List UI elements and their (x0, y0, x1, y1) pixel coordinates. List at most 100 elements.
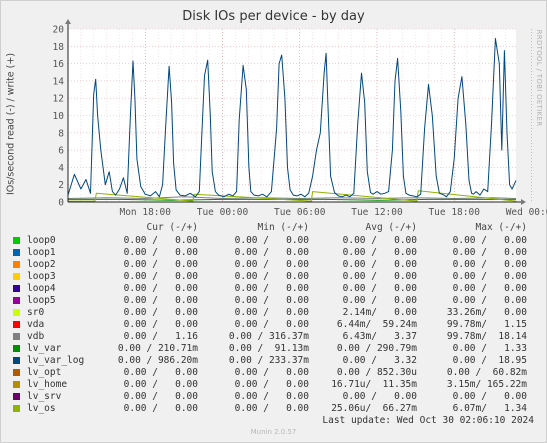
legend-max-value: 0.00 / 0.00 (452, 247, 527, 258)
legend-swatch (13, 309, 20, 316)
legend-min-value: 0.00 / 0.00 (234, 235, 309, 246)
legend-cur-value: 0.00 / 0.00 (123, 259, 198, 270)
legend-series-name: loop2 (27, 259, 56, 270)
legend-max-value: 6.07m/ 1.34 (452, 403, 527, 414)
legend-series-name: lv_home (27, 379, 68, 390)
x-axis-arrow (521, 199, 526, 205)
legend-max-value: 0.00 / 0.00 (452, 271, 527, 282)
legend-max-value: 0.00 / 18.95 (452, 355, 527, 366)
legend-row: loop3 0.00 / 0.00 0.00 / 0.00 0.00 / 0.00 0.… (13, 271, 533, 283)
x-tick-label: Tue 18:00 (428, 207, 480, 218)
legend-swatch (13, 357, 20, 364)
legend-min-value: 0.00 / 0.00 (234, 271, 309, 282)
legend-min-value: 0.00 / 0.00 (234, 403, 309, 414)
legend-min-value: 0.00 / 0.00 (234, 319, 309, 330)
y-tick-label: 16 (53, 59, 65, 70)
legend-header: Avg (-/+) (365, 222, 417, 233)
x-tick-label: Wed 00:00 (506, 207, 547, 218)
legend-avg-value: 0.00 / 0.00 (342, 391, 417, 402)
legend-cur-value: 0.00 / 1.16 (123, 331, 198, 342)
legend-row: vda 0.00 / 0.00 0.00 / 0.00 6.44m/ 59.24m 99… (13, 319, 533, 331)
legend-avg-value: 0.00 / 0.00 (342, 247, 417, 258)
legend-series-name: lv_srv (27, 391, 62, 402)
legend-series-name: lv_opt (27, 367, 62, 378)
legend-swatch (13, 381, 20, 388)
legend-row: lv_srv 0.00 / 0.00 0.00 / 0.00 0.00 / 0.00 0… (13, 391, 533, 403)
legend-avg-value: 0.00 / 3.32 (342, 355, 417, 366)
legend-max-value: 0.00 / 0.00 (452, 283, 527, 294)
legend-cur-value: 0.00 / 0.00 (123, 295, 198, 306)
legend-avg-value: 0.00 / 0.00 (342, 259, 417, 270)
legend-avg-value: 25.06u/ 66.27m (331, 403, 417, 414)
legend-cur-value: 0.00 / 0.00 (123, 367, 198, 378)
legend-swatch (13, 285, 20, 292)
legend-cur-value: 0.00 / 0.00 (123, 307, 198, 318)
legend-min-value: 0.00 / 316.37m (228, 331, 309, 342)
y-tick-label: 2 (58, 180, 64, 191)
legend-max-value: 99.78m/ 1.15 (446, 319, 527, 330)
legend-max-value: 99.78m/ 18.14 (446, 331, 527, 342)
legend-max-value: 0.00 / 1.33 (452, 343, 527, 354)
legend-avg-value: 0.00 / 0.00 (342, 271, 417, 282)
legend-row: lv_os 0.00 / 0.00 0.00 / 0.00 25.06u/ 66.27… (13, 403, 533, 415)
legend-max-value: 33.26m/ 0.00 (446, 307, 527, 318)
legend-cur-value: 0.00 / 210.71m (117, 343, 198, 354)
legend-cur-value: 0.00 / 986.20m (117, 355, 198, 366)
legend-series-name: lv_os (27, 403, 56, 414)
x-tick-label: Tue 06:00 (274, 207, 326, 218)
y-tick-label: 0 (58, 198, 64, 209)
legend-cur-value: 0.00 / 0.00 (123, 283, 198, 294)
y-tick-label: 8 (58, 128, 64, 139)
legend-avg-value: 0.00 / 0.00 (342, 283, 417, 294)
legend-row: loop5 0.00 / 0.00 0.00 / 0.00 0.00 / 0.00 0.… (13, 295, 533, 307)
legend-min-value: 0.00 / 233.37m (228, 355, 309, 366)
legend-min-value: 0.00 / 0.00 (234, 259, 309, 270)
legend-max-value: 0.00 / 0.00 (452, 295, 527, 306)
legend-max-value: 0.00 / 0.00 (452, 259, 527, 270)
legend-min-value: 0.00 / 91.13m (228, 343, 309, 354)
legend-cur-value: 0.00 / 0.00 (123, 235, 198, 246)
legend-series-name: loop0 (27, 235, 56, 246)
legend-cur-value: 0.00 / 0.00 (123, 403, 198, 414)
legend-series-name: loop5 (27, 295, 56, 306)
legend-row: loop0 0.00 / 0.00 0.00 / 0.00 0.00 / 0.00 0.… (13, 235, 533, 247)
legend-series-name: loop1 (27, 247, 56, 258)
legend-swatch (13, 345, 20, 352)
legend-avg-value: 6.44m/ 59.24m (336, 319, 417, 330)
legend-series-name: loop4 (27, 283, 56, 294)
legend-row: lv_var_log 0.00 / 986.20m 0.00 / 233.37m 0.… (13, 355, 533, 367)
legend-swatch (13, 273, 20, 280)
x-tick-label: Mon 18:00 (119, 207, 171, 218)
legend-swatch (13, 405, 20, 412)
legend-max-value: 3.15m/ 165.22m (446, 379, 527, 390)
y-tick-label: 12 (53, 94, 64, 105)
legend-avg-value: 6.43m/ 3.37 (342, 331, 417, 342)
legend-avg-value: 0.00 / 0.00 (342, 235, 417, 246)
legend-row: loop2 0.00 / 0.00 0.00 / 0.00 0.00 / 0.00 0.… (13, 259, 533, 271)
legend-cur-value: 0.00 / 0.00 (123, 379, 198, 390)
legend-series-name: sr0 (27, 307, 45, 318)
y-tick-label: 4 (58, 163, 64, 174)
legend-cur-value: 0.00 / 0.00 (123, 319, 198, 330)
legend-avg-value: 2.14m/ 0.00 (342, 307, 417, 318)
legend-series-name: lv_var_log (27, 355, 85, 366)
legend-min-value: 0.00 / 0.00 (234, 307, 309, 318)
legend-swatch (13, 249, 20, 256)
legend-swatch (13, 321, 20, 328)
legend-avg-value: 0.00 / 290.79m (336, 343, 417, 354)
legend-row: loop1 0.00 / 0.00 0.00 / 0.00 0.00 / 0.00 0.… (13, 247, 533, 259)
legend-min-value: 0.00 / 0.00 (234, 247, 309, 258)
y-tick-label: 6 (58, 146, 64, 157)
legend-series-name: loop3 (27, 271, 56, 282)
legend-avg-value: 16.71u/ 11.35m (331, 379, 417, 390)
legend-row: vdb 0.00 / 1.16 0.00 / 316.37m 6.43m/ 3.37 9… (13, 331, 533, 343)
legend-swatch (13, 297, 20, 304)
legend-row: lv_opt 0.00 / 0.00 0.00 / 0.00 0.00 / 852.3… (13, 367, 533, 379)
legend-min-value: 0.00 / 0.00 (234, 295, 309, 306)
y-axis-arrow (65, 19, 71, 24)
legend-header: Min (-/+) (257, 222, 309, 233)
legend-cur-value: 0.00 / 0.00 (123, 271, 198, 282)
legend-swatch (13, 333, 20, 340)
legend-series-name: vda (27, 319, 45, 330)
legend-min-value: 0.00 / 0.00 (234, 283, 309, 294)
